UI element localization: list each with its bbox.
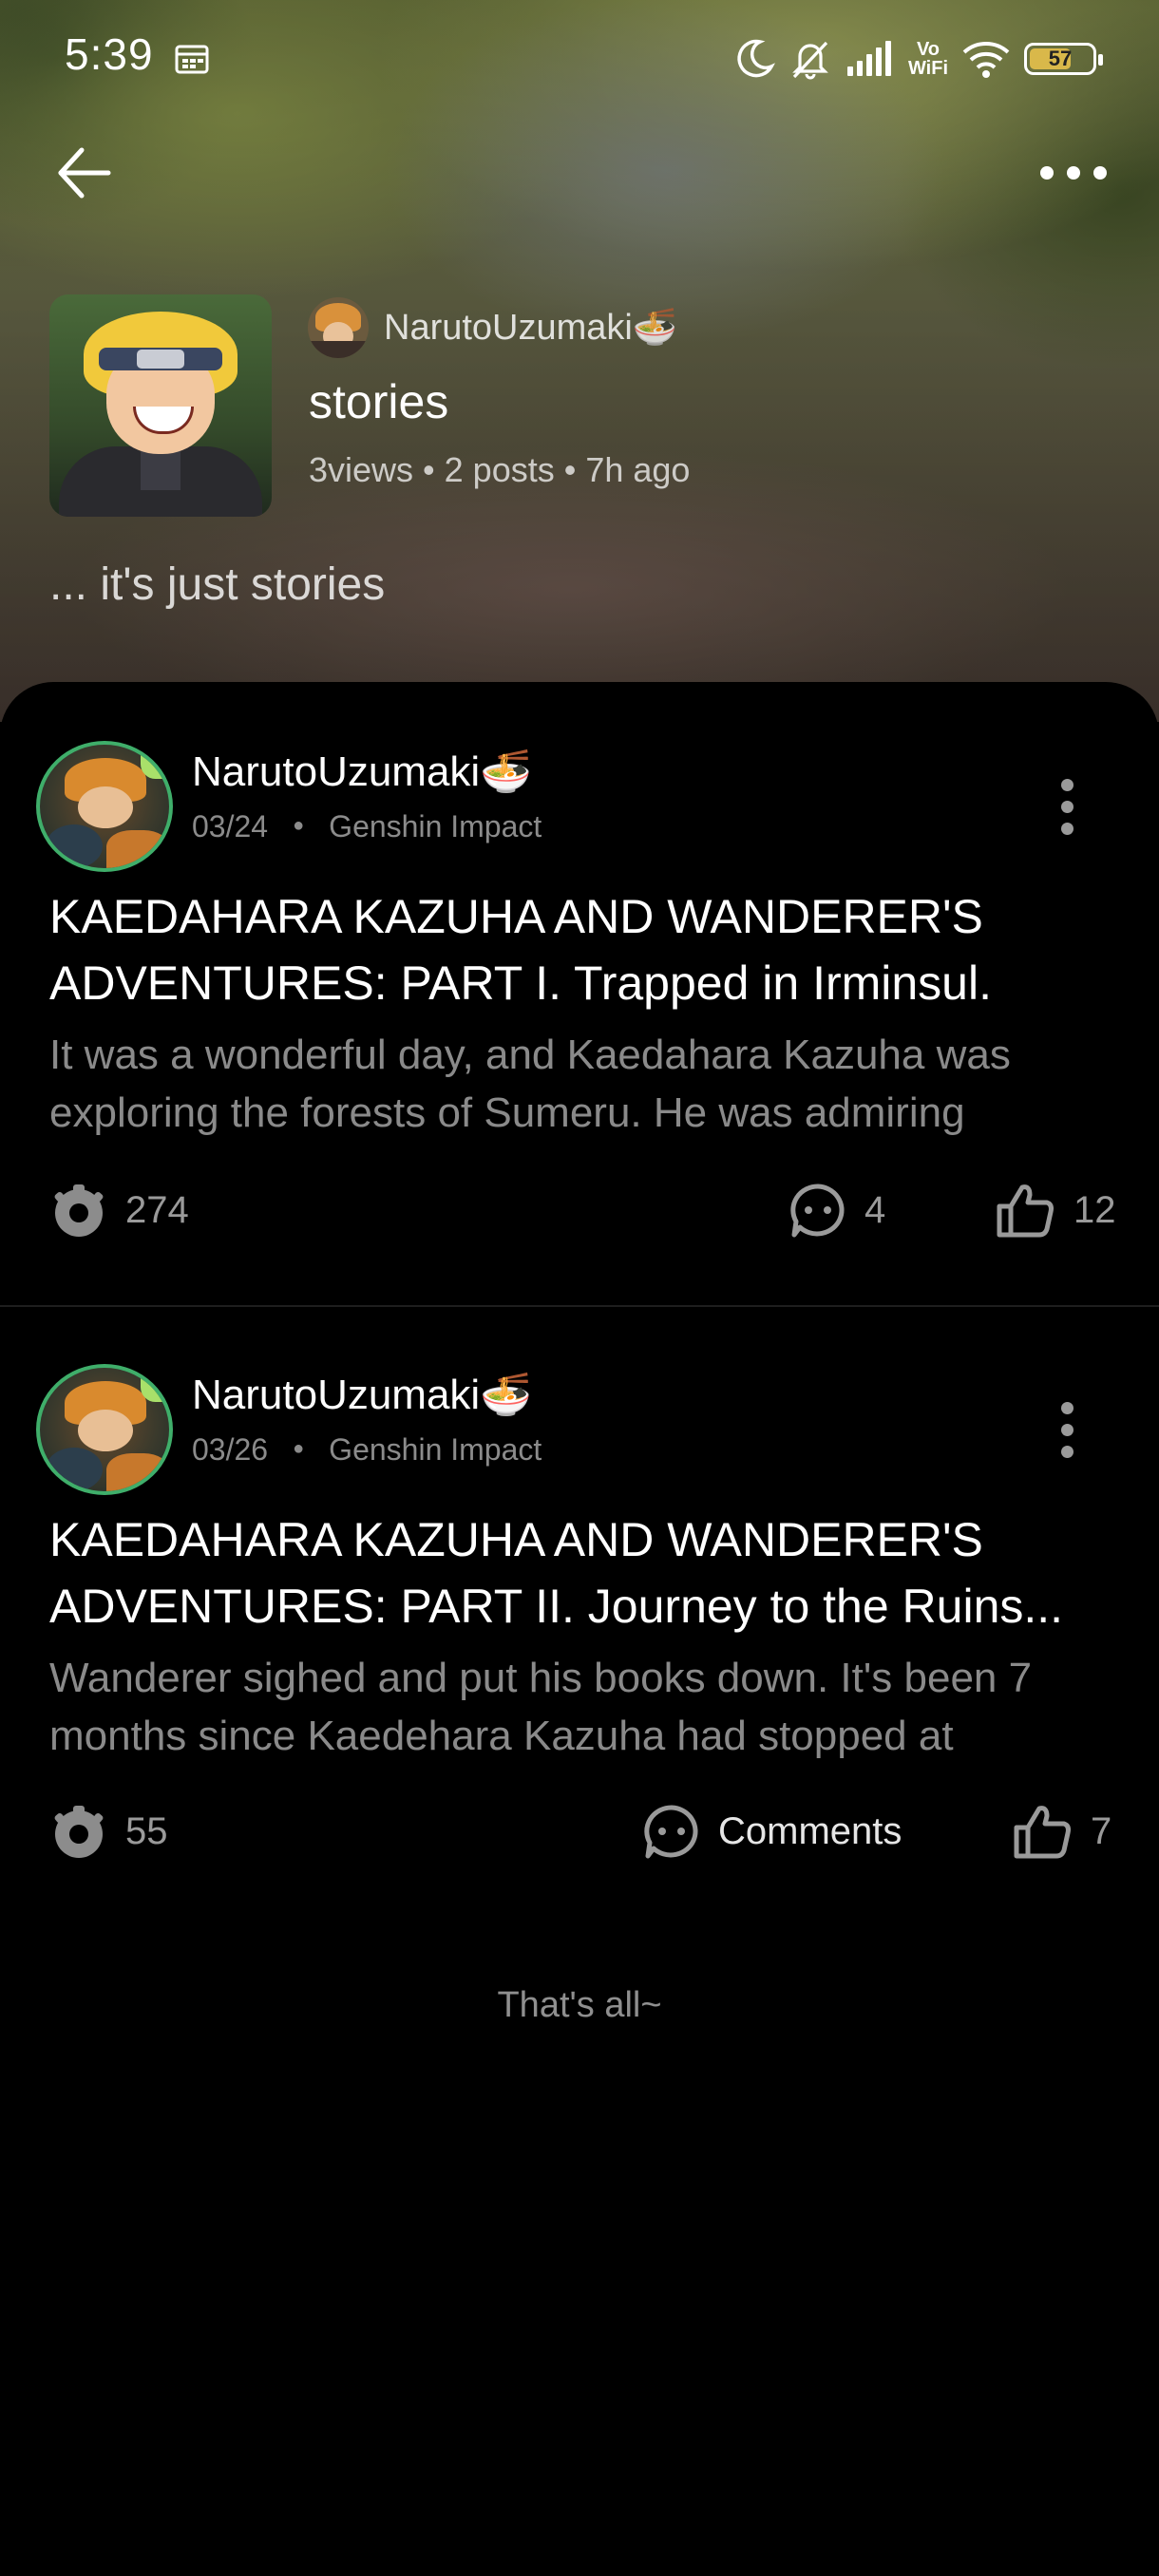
- posts-list: NarutoUzumaki🍜 03/24 ● Genshin Impact KAED…: [0, 682, 1159, 2576]
- post-date: 03/26: [192, 1432, 269, 1467]
- status-time: 5:39: [65, 29, 154, 79]
- arrow-left-icon[interactable]: [55, 142, 116, 203]
- battery-icon: 57: [1024, 43, 1103, 75]
- more-vertical-icon[interactable]: [1053, 1402, 1081, 1463]
- vowifi-indicator: Vo WiFi: [907, 39, 948, 79]
- post-meta: 03/26 ● Genshin Impact: [192, 1432, 542, 1467]
- collection-description: ... it's just stories: [49, 559, 386, 610]
- collection-title: stories: [309, 375, 449, 428]
- eye-icon: [54, 1184, 104, 1237]
- comment-bubble-icon: [790, 1184, 845, 1238]
- post-title[interactable]: KAEDAHARA KAZUHA AND WANDERER'S ADVENTUR…: [49, 883, 1123, 1016]
- cellular-signal-icon: [846, 41, 891, 76]
- post-author-avatar[interactable]: [36, 1364, 173, 1495]
- wifi-icon: [962, 42, 1010, 78]
- views-stat: 274: [49, 1182, 189, 1239]
- post-title[interactable]: KAEDAHARA KAZUHA AND WANDERER'S ADVENTUR…: [49, 1506, 1123, 1639]
- likes-stat[interactable]: 7: [1013, 1803, 1112, 1860]
- post-category[interactable]: Genshin Impact: [329, 1432, 542, 1467]
- post-author-name[interactable]: NarutoUzumaki🍜: [192, 747, 532, 796]
- collection-author[interactable]: NarutoUzumaki🍜: [308, 294, 677, 361]
- post-excerpt[interactable]: Wanderer sighed and put his books down. …: [49, 1649, 1123, 1765]
- post-card[interactable]: NarutoUzumaki🍜 03/24 ● Genshin Impact KAED…: [0, 682, 1159, 1303]
- thumbs-up-icon: [997, 1184, 1054, 1238]
- post-date: 03/24: [192, 809, 269, 843]
- likes-stat[interactable]: 12: [996, 1182, 1116, 1239]
- post-meta: 03/24 ● Genshin Impact: [192, 809, 542, 843]
- post-author-avatar[interactable]: [36, 741, 173, 872]
- post-excerpt[interactable]: It was a wonderful day, and Kaedahara Ka…: [49, 1026, 1123, 1142]
- author-avatar[interactable]: [308, 297, 369, 358]
- more-horizontal-icon[interactable]: [1036, 152, 1112, 194]
- post-card[interactable]: NarutoUzumaki🍜 03/26 ● Genshin Impact KAED…: [0, 1307, 1159, 1934]
- eye-icon: [54, 1806, 104, 1858]
- calendar-icon: [175, 45, 209, 74]
- more-vertical-icon[interactable]: [1053, 779, 1081, 840]
- author-name[interactable]: NarutoUzumaki🍜: [384, 307, 677, 349]
- status-bar: 5:39 Vo WiFi 57: [0, 0, 1159, 118]
- comments-stat[interactable]: 4: [788, 1182, 885, 1239]
- collection-cover-image: [49, 294, 272, 517]
- bell-muted-icon: [792, 41, 828, 80]
- post-author-name[interactable]: NarutoUzumaki🍜: [192, 1370, 532, 1419]
- views-stat: 55: [49, 1803, 168, 1860]
- comment-bubble-icon: [644, 1805, 698, 1859]
- thumbs-up-icon: [1014, 1806, 1071, 1859]
- post-category[interactable]: Genshin Impact: [329, 809, 542, 843]
- end-of-list-text: That's all~: [497, 1985, 662, 2025]
- comments-stat[interactable]: Comments: [642, 1803, 902, 1860]
- collection-meta: 3views • 2 posts • 7h ago: [309, 450, 691, 489]
- do-not-disturb-moon-icon: [737, 39, 775, 78]
